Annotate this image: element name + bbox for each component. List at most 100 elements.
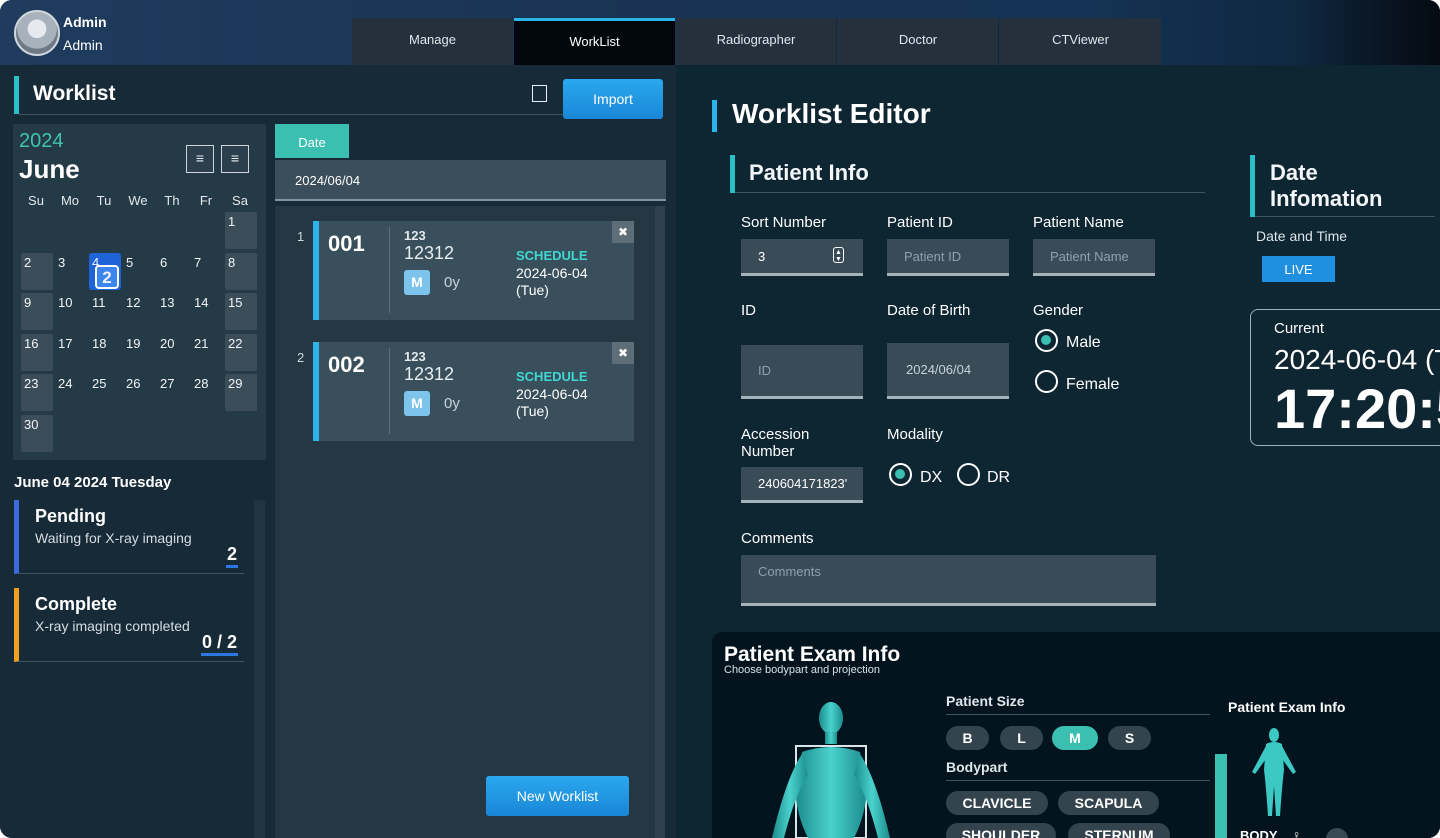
import-button[interactable]: Import [563, 79, 663, 119]
calendar-day[interactable]: 6 [157, 253, 189, 290]
calendar-day[interactable]: 30 [21, 415, 53, 452]
status-complete[interactable]: Complete X-ray imaging completed 0 / 2 [14, 588, 244, 662]
calendar-day[interactable]: 22 [225, 334, 257, 371]
pending-count: 2 [225, 544, 238, 568]
size-label: Patient Size [946, 693, 1025, 709]
sort-number-value: 3 [758, 249, 766, 264]
day-number: 19 [126, 336, 141, 351]
calendar-day[interactable]: 29 [225, 374, 257, 411]
bodypart-sternum[interactable]: STERNUM [1068, 823, 1170, 838]
calendar-day[interactable]: 14 [191, 293, 223, 330]
day-worklist-count: 2 [95, 265, 119, 289]
tab-worklist[interactable]: WorkList [514, 18, 675, 65]
date-filter[interactable]: 2024/06/04 [275, 160, 666, 201]
day-number: 24 [58, 376, 73, 391]
side-exam-title: Patient Exam Info [1228, 699, 1346, 715]
calendar-day[interactable]: 10 [55, 293, 87, 330]
divider [389, 227, 390, 313]
calendar-day[interactable]: 1 [225, 212, 257, 249]
person-icon[interactable]: ♀ [1292, 828, 1301, 838]
gender-female-radio[interactable] [1035, 370, 1058, 393]
calendar-day[interactable]: 42 [89, 253, 121, 290]
comments-textarea[interactable]: Comments [741, 555, 1156, 606]
sort-number-input[interactable]: 3 ▲ ▼ [741, 239, 863, 276]
gender-male-radio[interactable] [1035, 329, 1058, 352]
accession-label: Accession Number [741, 426, 810, 460]
calendar-day[interactable]: 19 [123, 334, 155, 371]
calendar-day[interactable]: 18 [89, 334, 121, 371]
calendar-day[interactable]: 9 [21, 293, 53, 330]
calendar-day[interactable]: 17 [55, 334, 87, 371]
live-button[interactable]: LIVE [1262, 256, 1335, 282]
id-input[interactable]: ID [741, 345, 863, 399]
day-number: 7 [194, 255, 202, 270]
body-model-icon[interactable] [742, 698, 922, 838]
month-view-icon[interactable]: ≡ [221, 145, 249, 173]
calendar-day[interactable]: 21 [191, 334, 223, 371]
size-b-button[interactable]: B [946, 726, 989, 750]
scrollbar[interactable] [254, 500, 265, 838]
calendar-day[interactable]: 24 [55, 374, 87, 411]
patient-name: 12312 [404, 243, 455, 263]
bodypart-scapula[interactable]: SCAPULA [1058, 791, 1159, 815]
calendar-day[interactable]: 7 [191, 253, 223, 290]
calendar-day[interactable]: 5 [123, 253, 155, 290]
stepper-icon[interactable]: ▲ ▼ [833, 247, 844, 263]
bodypart-shoulder[interactable]: SHOULDER [946, 823, 1056, 838]
tab-date[interactable]: Date [275, 124, 349, 158]
calendar-day[interactable]: 2 [21, 253, 53, 290]
calendar-day[interactable]: 23 [21, 374, 53, 411]
modality-label: Modality [887, 426, 943, 443]
weekday-label: Fr [199, 193, 213, 208]
schedule-weekday: (Tue) [516, 403, 549, 419]
status-pending[interactable]: Pending Waiting for X-ray imaging 2 [14, 500, 244, 574]
bodypart-clavicle[interactable]: CLAVICLE [946, 791, 1048, 815]
size-m-button[interactable]: M [1052, 726, 1098, 750]
day-number: 27 [160, 376, 175, 391]
select-all-checkbox[interactable] [532, 85, 547, 102]
close-icon[interactable]: ✖ [612, 221, 634, 243]
size-l-button[interactable]: L [1000, 726, 1043, 750]
calendar-day[interactable]: 16 [21, 334, 53, 371]
patient-id-input[interactable]: Patient ID [887, 239, 1009, 276]
list-view-icon[interactable]: ≡ [186, 145, 214, 173]
calendar-day[interactable]: 26 [123, 374, 155, 411]
list-scrollbar[interactable] [655, 206, 665, 838]
close-icon[interactable]: ✖ [612, 342, 634, 364]
calendar-day[interactable]: 27 [157, 374, 189, 411]
tab-radiographer[interactable]: Radiographer [676, 18, 837, 65]
calendar-day[interactable]: 25 [89, 374, 121, 411]
calendar-day[interactable]: 3 [55, 253, 87, 290]
info-icon[interactable] [1326, 828, 1348, 838]
avatar[interactable] [14, 10, 60, 56]
divider [735, 192, 1205, 193]
modality-dx-radio[interactable] [889, 463, 912, 486]
modality-dr-radio[interactable] [957, 463, 980, 486]
accession-input[interactable]: 240604171823' [741, 467, 863, 503]
size-s-button[interactable]: S [1108, 726, 1151, 750]
section-marker [1215, 754, 1227, 838]
day-number: 18 [92, 336, 107, 351]
day-number: 25 [92, 376, 107, 391]
patient-name-input[interactable]: Patient Name [1033, 239, 1155, 276]
tab-doctor[interactable]: Doctor [838, 18, 999, 65]
top-bar: Admin Admin Manage WorkList Radiographer… [0, 0, 1440, 65]
new-worklist-button[interactable]: New Worklist [486, 776, 629, 816]
calendar-day[interactable]: 12 [123, 293, 155, 330]
calendar: 2024 June ≡ ≡ Su Mo Tu We Th Fr Sa 12342567891… [13, 124, 266, 460]
dob-input[interactable]: 2024/06/04 [887, 343, 1009, 399]
tab-manage[interactable]: Manage [352, 18, 513, 65]
calendar-day[interactable]: 11 [89, 293, 121, 330]
calendar-day[interactable]: 8 [225, 253, 257, 290]
calendar-day[interactable]: 20 [157, 334, 189, 371]
tab-ctviewer[interactable]: CTViewer [1000, 18, 1161, 65]
worklist-card[interactable]: 2 002 123 12312 M 0y SCHEDULE 2024-06-04… [297, 342, 634, 441]
calendar-day[interactable]: 13 [157, 293, 189, 330]
calendar-day[interactable]: 15 [225, 293, 257, 330]
worklist-card[interactable]: 1 001 123 12312 M 0y SCHEDULE 2024-06-04… [297, 221, 634, 320]
patient-id: 123 [404, 228, 426, 243]
calendar-day[interactable]: 28 [191, 374, 223, 411]
modality-dr-label: DR [987, 469, 1011, 486]
calendar-month: June [19, 154, 80, 184]
body-label: BODY [1240, 828, 1278, 838]
